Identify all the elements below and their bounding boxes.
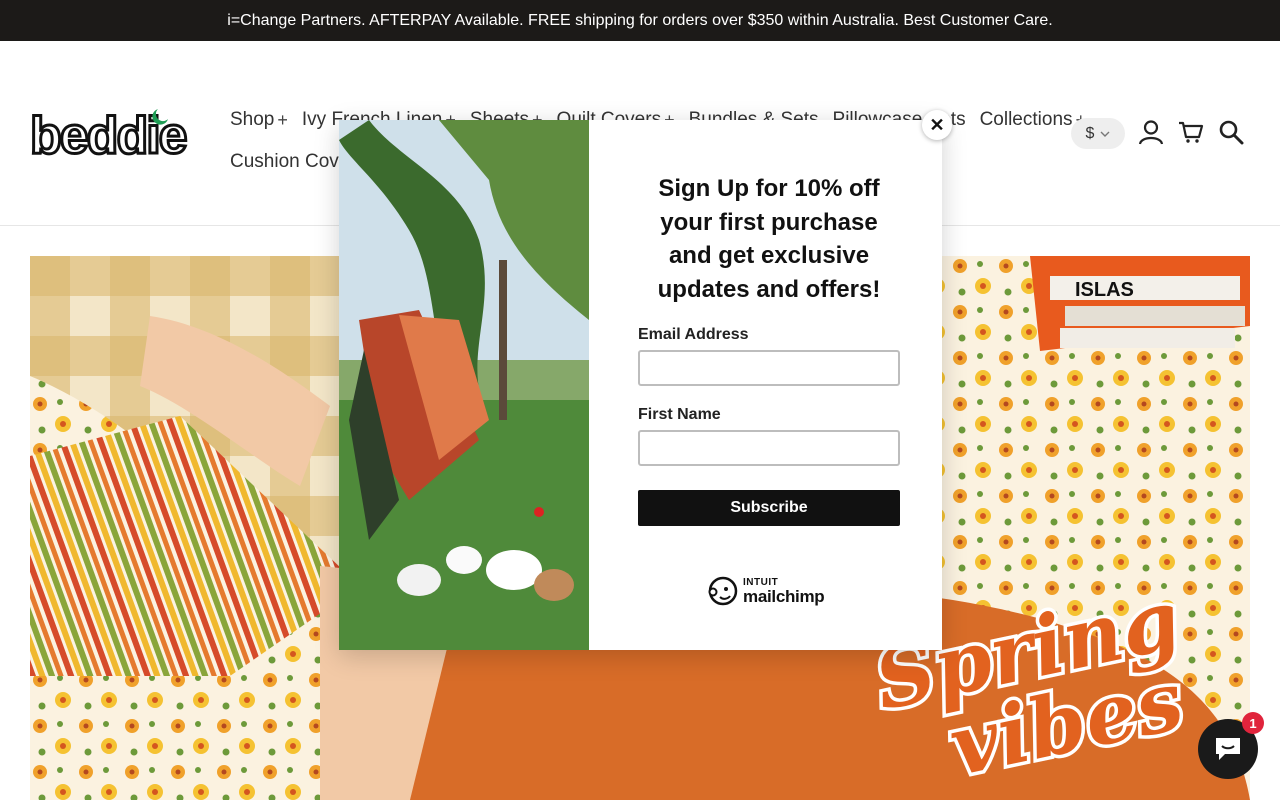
close-popup-button[interactable]: ✕ bbox=[922, 110, 952, 140]
mailchimp-freddie-icon bbox=[708, 576, 738, 606]
popup-form: Sign Up for 10% off your first purchase … bbox=[638, 120, 900, 526]
mailchimp-intuit-text: INTUIT bbox=[743, 576, 779, 588]
mailchimp-text: mailchimp bbox=[743, 586, 825, 606]
signup-popup: Sign Up for 10% off your first purchase … bbox=[339, 120, 942, 650]
popup-image bbox=[339, 120, 589, 650]
first-name-label: First Name bbox=[638, 406, 721, 423]
email-label: Email Address bbox=[638, 326, 749, 343]
chat-unread-badge: 1 bbox=[1242, 712, 1264, 734]
chat-icon bbox=[1216, 738, 1240, 760]
mailchimp-logo[interactable]: INTUIT mailchimp bbox=[707, 575, 825, 607]
close-icon: ✕ bbox=[929, 114, 945, 135]
first-name-field[interactable] bbox=[638, 430, 900, 466]
subscribe-button[interactable]: Subscribe bbox=[638, 490, 900, 526]
email-field[interactable] bbox=[638, 350, 900, 386]
popup-title: Sign Up for 10% off your first purchase … bbox=[657, 175, 881, 303]
